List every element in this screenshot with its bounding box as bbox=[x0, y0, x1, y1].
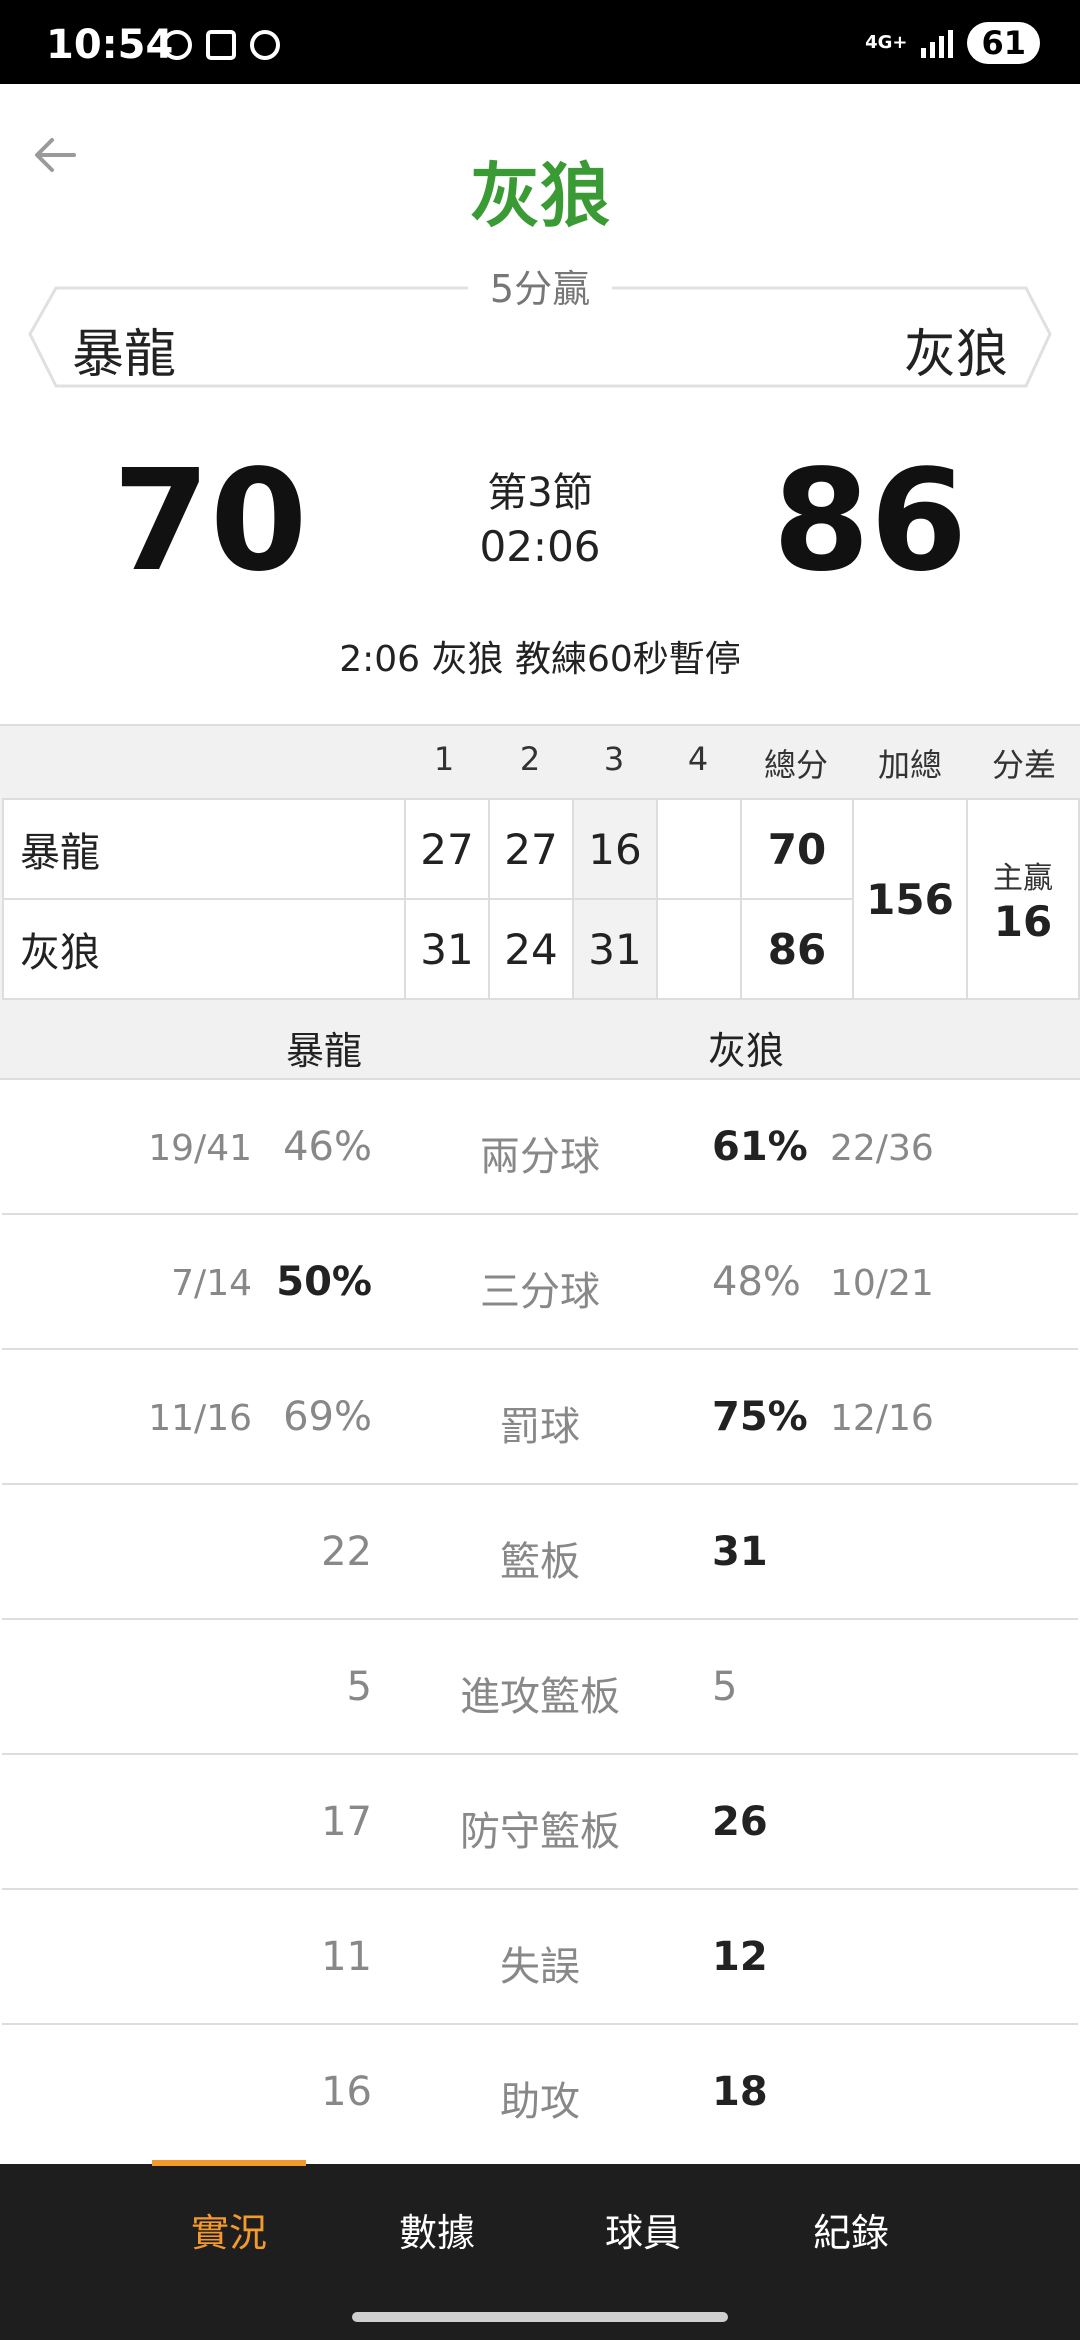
header-sum: 加總 bbox=[877, 746, 942, 784]
away-value: 69% bbox=[283, 1394, 372, 1440]
home-value: 61% bbox=[712, 1124, 808, 1170]
header-diff: 分差 bbox=[991, 746, 1056, 784]
diff-label: 主贏 bbox=[993, 860, 1053, 896]
tab-records[interactable]: 紀錄 bbox=[774, 2164, 928, 2294]
away-value: 16 bbox=[321, 2069, 372, 2115]
stat-row: 7/14 50% 三分球 48% 10/21 bbox=[2, 1215, 1078, 1350]
diff-value: 16 bbox=[993, 896, 1053, 946]
team-banner bbox=[26, 284, 1054, 390]
stat-label: 進攻籃板 bbox=[460, 1674, 620, 1720]
network-type: 4G+ bbox=[865, 32, 908, 53]
box-cell bbox=[656, 898, 742, 1000]
away-team-name[interactable]: 暴龍 bbox=[72, 312, 176, 387]
away-value: 22 bbox=[321, 1529, 372, 1575]
stat-label: 籃板 bbox=[500, 1539, 580, 1585]
latest-event: 2:06 灰狼 教練60秒暫停 bbox=[339, 639, 741, 680]
home-value: 75% bbox=[712, 1394, 808, 1440]
box-cell: 31 bbox=[404, 898, 490, 1000]
box-cell: 27 bbox=[488, 798, 574, 900]
header-total: 總分 bbox=[763, 746, 828, 784]
winner-team: 灰狼 bbox=[470, 155, 610, 237]
home-team-name[interactable]: 灰狼 bbox=[904, 312, 1008, 387]
box-team-name: 灰狼 bbox=[2, 898, 406, 1000]
status-time: 10:54 bbox=[46, 22, 174, 68]
box-cell-current: 31 bbox=[572, 898, 658, 1000]
box-cell-current: 16 bbox=[572, 798, 658, 900]
home-value: 26 bbox=[712, 1799, 768, 1845]
box-total: 86 bbox=[740, 898, 854, 1000]
tab-live[interactable]: 實況 bbox=[152, 2164, 306, 2294]
tab-stats[interactable]: 數據 bbox=[360, 2164, 514, 2294]
stats-header: 暴龍 灰狼 bbox=[0, 1000, 1080, 1080]
stat-row: 17 防守籃板 26 bbox=[2, 1755, 1078, 1890]
status-bar: 10:54 4G+ 61 bbox=[0, 0, 1080, 84]
home-value: 31 bbox=[712, 1529, 768, 1575]
stat-label: 三分球 bbox=[480, 1269, 600, 1315]
stat-row: 22 籃板 31 bbox=[2, 1485, 1078, 1620]
away-value: 50% bbox=[276, 1259, 372, 1305]
status-right: 4G+ 61 bbox=[865, 22, 1040, 64]
box-cell: 24 bbox=[488, 898, 574, 1000]
stat-label: 失誤 bbox=[500, 1944, 580, 1990]
home-fraction: 10/21 bbox=[830, 1263, 934, 1304]
battery-icon: 61 bbox=[967, 22, 1040, 64]
away-value: 11 bbox=[321, 1934, 372, 1980]
box-sum: 156 bbox=[852, 798, 968, 1000]
stats-away-team: 暴龍 bbox=[286, 1029, 363, 1073]
home-indicator[interactable] bbox=[352, 2312, 728, 2322]
home-value: 5 bbox=[712, 1664, 738, 1710]
stat-label: 防守籃板 bbox=[460, 1809, 620, 1855]
home-value: 12 bbox=[712, 1934, 768, 1980]
stat-row: 19/41 46% 兩分球 61% 22/36 bbox=[2, 1080, 1078, 1215]
stat-label: 助攻 bbox=[500, 2079, 580, 2125]
box-cell: 27 bbox=[404, 798, 490, 900]
away-fraction: 19/41 bbox=[148, 1128, 252, 1169]
assistant-icon bbox=[162, 30, 192, 60]
stat-row: 5 進攻籃板 5 bbox=[2, 1620, 1078, 1755]
fan-icon bbox=[250, 30, 280, 60]
stat-label: 兩分球 bbox=[480, 1134, 600, 1180]
tab-players[interactable]: 球員 bbox=[566, 2164, 720, 2294]
stat-label: 罰球 bbox=[500, 1404, 580, 1450]
home-value: 18 bbox=[712, 2069, 768, 2115]
box-team-name: 暴龍 bbox=[2, 798, 406, 900]
header-q4: 4 bbox=[687, 740, 709, 778]
active-tab-indicator bbox=[152, 2160, 306, 2166]
box-cell bbox=[656, 798, 742, 900]
box-score: 1 2 3 4 總分 加總 分差 暴龍 27 27 16 70 灰狼 31 24… bbox=[0, 724, 1080, 1000]
stat-row: 11 失誤 12 bbox=[2, 1890, 1078, 2025]
away-value: 17 bbox=[321, 1799, 372, 1845]
home-value: 48% bbox=[712, 1259, 801, 1305]
home-fraction: 12/16 bbox=[830, 1398, 934, 1439]
header-q3: 3 bbox=[603, 740, 625, 778]
notification-icons bbox=[162, 30, 280, 60]
away-fraction: 11/16 bbox=[148, 1398, 252, 1439]
home-fraction: 22/36 bbox=[830, 1128, 934, 1169]
stat-row: 16 助攻 18 bbox=[2, 2025, 1078, 2160]
signal-icon bbox=[921, 28, 954, 58]
stats-home-team: 灰狼 bbox=[708, 1029, 785, 1073]
screenshot-icon bbox=[206, 30, 236, 60]
stat-row: 11/16 69% 罰球 75% 12/16 bbox=[2, 1350, 1078, 1485]
header-q2: 2 bbox=[519, 740, 541, 778]
away-value: 5 bbox=[346, 1664, 372, 1710]
home-score: 86 bbox=[772, 440, 968, 603]
box-diff: 主贏 16 bbox=[966, 798, 1080, 1000]
away-value: 46% bbox=[283, 1124, 372, 1170]
away-fraction: 7/14 bbox=[171, 1263, 252, 1304]
box-total: 70 bbox=[740, 798, 854, 900]
header-q1: 1 bbox=[433, 740, 455, 778]
